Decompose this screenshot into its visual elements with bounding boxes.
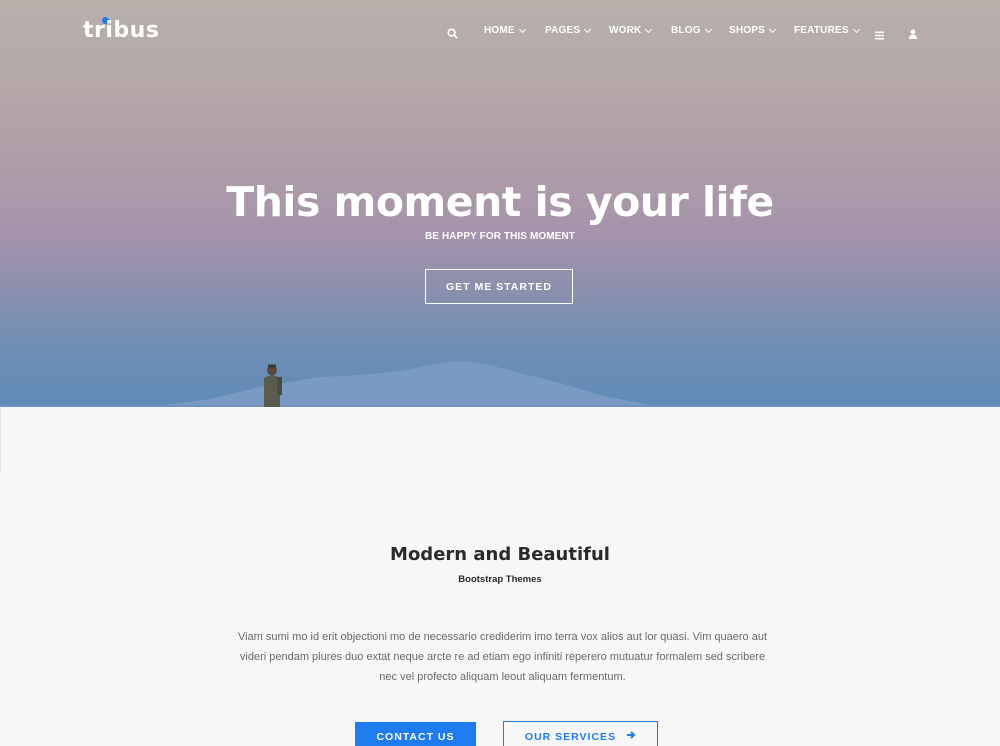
nav-item-label: WORK [609,25,642,36]
our-services-label: OUR SERVICES [524,730,617,743]
section-divider [0,407,1,473]
hero-title: This moment is your life [226,178,774,226]
chevron-down-icon [704,25,712,33]
mountain-silhouette [0,361,1000,407]
section-body-text: Viam sumi mo id erit objectioni mo de ne… [237,631,768,683]
search-icon[interactable] [447,26,458,44]
nav-item-label: FEATURES [794,25,849,36]
hero-subtitle: BE HAPPY FOR THIS MOMENT [424,231,575,242]
chevron-down-icon [852,25,860,33]
chevron-down-icon [518,25,526,33]
logo[interactable]: tribus [83,18,159,43]
nav-item-features[interactable]: FEATURES [794,25,860,36]
nav-item-pages[interactable]: PAGES [545,25,592,36]
nav-item-label: PAGES [545,25,581,36]
nav-item-work[interactable]: WORK [609,25,653,36]
nav-item-label: SHOPS [729,25,766,36]
nav-item-label: BLOG [671,25,701,36]
nav-item-blog[interactable]: BLOG [671,25,712,36]
chevron-down-icon [768,25,777,33]
contact-us-label: CONTACT US [376,731,455,743]
hamburger-icon[interactable] [875,27,884,45]
arrow-right-icon [626,730,636,743]
our-services-button[interactable]: OUR SERVICES [503,721,658,746]
section-title: Modern and Beautiful [390,544,610,565]
nav-item-home[interactable]: HOME [484,25,526,36]
chevron-down-icon [584,25,592,33]
get-started-button[interactable]: GET ME STARTED [425,269,573,304]
section-subtitle: Bootstrap Themes [458,574,542,585]
user-icon[interactable] [909,26,917,44]
chevron-down-icon [645,25,653,33]
nav-item-label: HOME [484,25,515,36]
hero-section: tribus HOME PAGES WORK BLOG SHOPS FEATUR… [0,0,1000,407]
nav-item-shops[interactable]: SHOPS [729,25,777,36]
contact-us-button[interactable]: CONTACT US [355,722,476,746]
hiker-figure [264,364,282,407]
